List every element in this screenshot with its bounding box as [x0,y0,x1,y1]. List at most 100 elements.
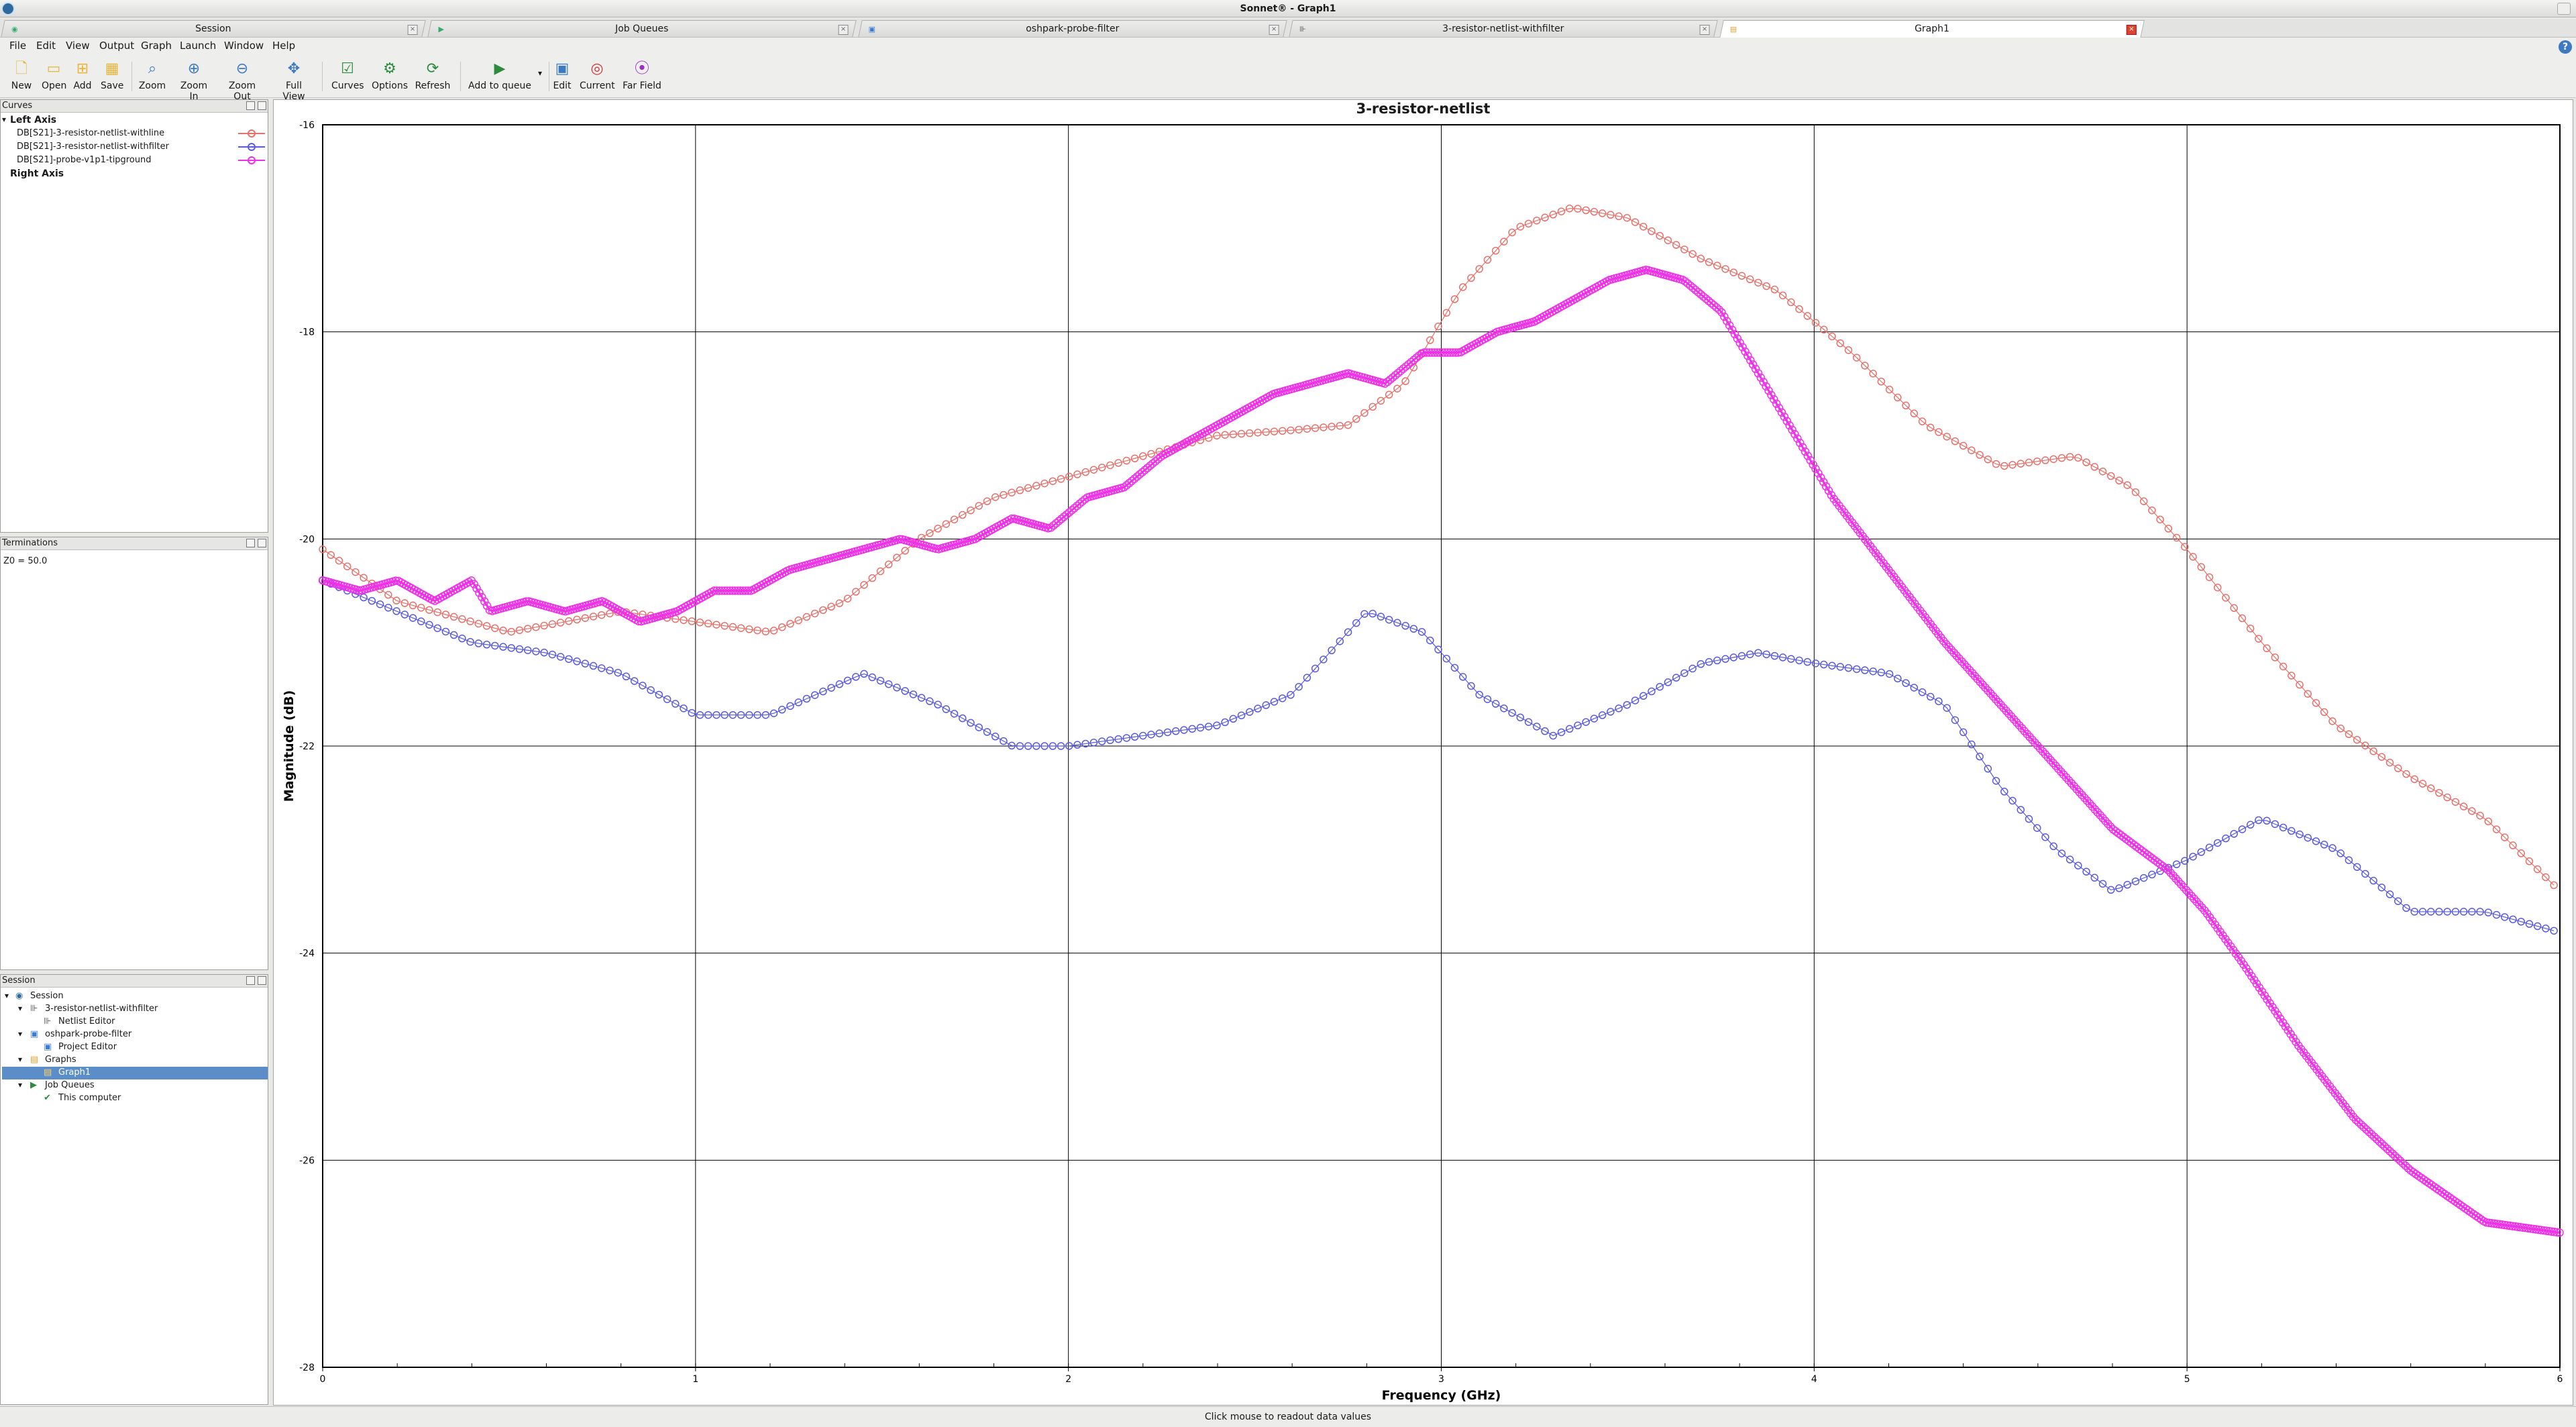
edit-icon: ▣ [555,60,570,77]
tree-item-project-editor[interactable]: Project Editor [58,1042,117,1052]
float-panel-icon[interactable] [246,101,255,110]
tree-item-graphs[interactable]: Graphs [45,1055,76,1065]
s21-magnitude-chart[interactable]: 0 1 2 3 4 5 6 -16 -18 -20 -22 -24 -26 -28 Frequency (G… [273,99,2573,1406]
chevron-down-icon[interactable]: ▾ [18,1055,22,1064]
add-button[interactable]: ⊞ Add [72,60,93,91]
add-to-queue-dropdown[interactable]: ▾ [535,68,545,78]
termination-value: Z0 = 50.0 [3,556,48,566]
close-icon[interactable]: × [2126,25,2137,35]
menu-graph[interactable]: Graph [141,40,172,52]
tab-session[interactable]: ◉ Session × [1,20,426,37]
chevron-down-icon: ▾ [537,68,543,78]
tree-item-graph1[interactable]: Graph1 [58,1067,91,1077]
save-icon: ▦ [105,60,119,77]
y-tick-label: -18 [299,327,315,338]
toolbar-separator [322,62,323,91]
tab-oshpark-probe-filter[interactable]: ▣ oshpark-probe-filter × [858,20,1287,37]
tree-item-netlist-editor[interactable]: Netlist Editor [58,1016,115,1026]
x-tick-label: 2 [1065,1374,1071,1385]
float-panel-icon[interactable] [246,539,255,547]
session-panel: Session ▾ ◉ Session ▾ ⊪ 3-resistor-netli… [0,974,268,1405]
chevron-down-icon[interactable]: ▾ [18,1029,22,1039]
curve-swatch-withfilter [238,143,265,151]
menu-bar: File Edit View Output Graph Launch Windo… [0,38,2576,54]
tab-3-resistor-netlist-withfilter[interactable]: ⊪ 3-resistor-netlist-withfilter × [1289,20,1718,37]
tree-item-graph1-selected[interactable] [2,1067,268,1079]
chevron-down-icon[interactable]: ▾ [2,115,6,124]
add-icon: ⊞ [76,60,89,77]
tree-item-3-resistor-netlist-withfilter[interactable]: 3-resistor-netlist-withfilter [45,1004,158,1014]
tree-item-oshpark-probe-filter[interactable]: oshpark-probe-filter [45,1029,131,1039]
current-icon: ◎ [590,60,604,77]
curve-item-withfilter[interactable]: DB[S21]-3-resistor-netlist-withfilter [17,142,169,152]
zoom-button[interactable]: ⌕ Zoom [138,60,166,91]
x-tick-label: 3 [1438,1374,1444,1385]
refresh-icon: ⟳ [426,60,439,77]
curve-swatch-withline [238,129,265,138]
zoom-icon: ⌕ [148,60,157,77]
curve-item-withline[interactable]: DB[S21]-3-resistor-netlist-withline [17,128,164,138]
close-icon[interactable]: × [1699,25,1710,35]
open-folder-icon: ▭ [46,60,61,77]
menu-file[interactable]: File [9,40,26,52]
terminations-panel: Terminations Z0 = 50.0 [0,537,268,970]
tab-job-queues[interactable]: ▶ Job Queues × [427,20,857,37]
x-tick-label: 1 [692,1374,698,1385]
close-panel-icon[interactable] [258,976,266,985]
add-to-queue-button[interactable]: ▶ Add to queue [468,60,531,91]
menu-edit[interactable]: Edit [36,40,56,52]
project-icon: ▣ [30,1029,39,1039]
open-button[interactable]: ▭ Open [42,60,66,91]
curves-icon: ☑ [341,60,354,77]
y-tick-label: -22 [299,741,315,752]
close-icon[interactable]: × [1269,25,1279,35]
curves-button[interactable]: ☑ Curves [331,60,364,91]
sonnet-app-icon[interactable] [1,2,15,15]
y-tick-label: -20 [299,534,315,545]
right-axis-label: Right Axis [10,168,64,179]
help-icon[interactable]: ? [2559,40,2572,54]
new-file-icon: 🗋 [15,60,28,77]
new-button[interactable]: 🗋 New [11,60,32,91]
far-field-icon: ⦿ [634,60,649,77]
x-axis-label: Frequency (GHz) [1382,1388,1501,1403]
menu-launch[interactable]: Launch [180,40,216,52]
zoom-in-button[interactable]: ⊕ Zoom In [176,60,212,102]
chevron-down-icon[interactable]: ▾ [18,1080,22,1090]
toolbar-separator [460,62,461,91]
float-panel-icon[interactable] [246,976,255,985]
toolbar-separator [131,62,132,91]
save-button[interactable]: ▦ Save [101,60,123,91]
far-field-button[interactable]: ⦿ Far Field [621,60,663,91]
menu-window[interactable]: Window [224,40,264,52]
close-icon[interactable]: × [407,25,418,35]
session-icon: ◉ [15,991,23,1001]
curve-item-probe[interactable]: DB[S21]-probe-v1p1-tipground [17,155,152,165]
curve-swatch-probe [238,156,265,164]
chevron-down-icon[interactable]: ▾ [5,991,9,1000]
status-bar: Click mouse to readout data values [0,1406,2576,1427]
tree-item-session[interactable]: Session [30,991,64,1001]
graph-icon: ▤ [44,1067,52,1077]
tree-item-job-queues[interactable]: Job Queues [45,1080,95,1090]
full-view-button[interactable]: ✥ Full View [274,60,314,102]
options-button[interactable]: ⚙ Options [372,60,408,91]
job-queue-icon: ▶ [30,1080,37,1090]
menu-view[interactable]: View [66,40,90,52]
window-control-button[interactable] [2557,3,2571,15]
toolbar: 🗋 New ▭ Open ⊞ Add ▦ Save ⌕ Zoom ⊕ Zoom … [0,54,2576,102]
current-button[interactable]: ◎ Current [580,60,615,91]
netlist-editor-icon: ⊪ [44,1016,52,1026]
menu-help[interactable]: Help [272,40,295,52]
zoom-out-button[interactable]: ⊖ Zoom Out [220,60,264,102]
chevron-down-icon[interactable]: ▾ [18,1004,22,1013]
refresh-button[interactable]: ⟳ Refresh [415,60,451,91]
close-icon[interactable]: × [838,25,849,35]
status-text: Click mouse to readout data values [1204,1412,1372,1422]
close-panel-icon[interactable] [258,539,266,547]
menu-output[interactable]: Output [99,40,134,52]
edit-button[interactable]: ▣ Edit [551,60,573,91]
tree-item-this-computer[interactable]: This computer [58,1093,121,1103]
close-panel-icon[interactable] [258,101,266,110]
tab-graph1[interactable]: ▤ Graph1 × [1719,20,2145,38]
